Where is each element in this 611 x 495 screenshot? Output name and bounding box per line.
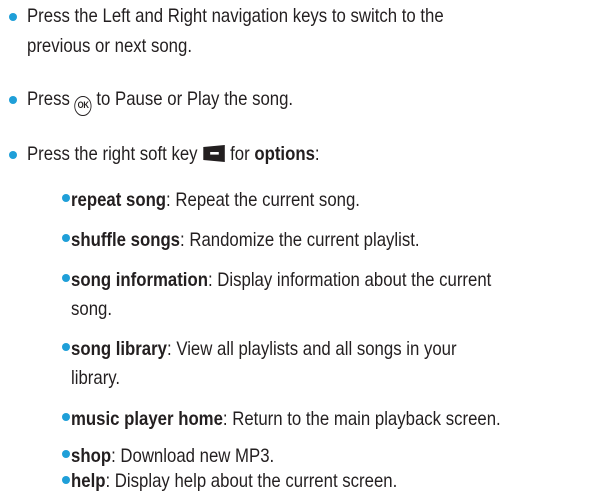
option-music-player-home: music player home: Return to the main pl… [71, 405, 501, 433]
option-term: help [71, 470, 106, 492]
option-help: help: Display help about the current scr… [71, 467, 397, 495]
option-shop: shop: Download new MP3. [71, 442, 274, 470]
manual-page: Press the Left and Right navigation keys… [0, 0, 611, 493]
option-term: song information [71, 269, 208, 291]
instruction-text: : [314, 143, 320, 165]
bullet [9, 151, 17, 159]
bullet [62, 194, 70, 202]
option-term: repeat song [71, 189, 167, 211]
instruction-text: Press the Left and Right navigation keys… [27, 5, 444, 27]
right-softkey-icon [203, 145, 225, 162]
instruction-text: to Pause or Play the song. [91, 88, 294, 110]
bullet [62, 413, 70, 421]
option-desc: : Display help about the current screen. [105, 470, 398, 492]
option-desc: : Return to the main playback screen. [222, 408, 501, 430]
option-song-library: song library: View all playlists and all… [71, 335, 457, 363]
option-desc: : Display information about the current [207, 269, 492, 291]
instruction-pause-play: Press OK to Pause or Play the song. [27, 85, 293, 116]
bullet [62, 343, 70, 351]
bullet [62, 476, 70, 484]
option-shuffle-songs: shuffle songs: Randomize the current pla… [71, 226, 420, 254]
instruction-text: Press the right soft key [27, 143, 203, 165]
bullet [9, 13, 17, 21]
bullet [9, 96, 17, 104]
option-desc: song. [71, 298, 113, 320]
instruction-navigate-cont: previous or next song. [27, 32, 192, 60]
instruction-options: Press the right soft key for options: [27, 140, 320, 168]
option-song-library-cont: library. [71, 364, 120, 392]
instruction-text: previous or next song. [27, 35, 192, 57]
option-repeat-song: repeat song: Repeat the current song. [71, 186, 360, 214]
instruction-text: Press [27, 88, 75, 110]
option-desc: library. [71, 367, 121, 389]
option-term: music player home [71, 408, 223, 430]
option-desc: : View all playlists and all songs in yo… [166, 338, 457, 360]
options-term: options [254, 143, 315, 165]
bullet [62, 234, 70, 242]
option-desc: : Repeat the current song. [166, 189, 360, 211]
ok-key-icon: OK [74, 96, 92, 116]
bullet [62, 274, 70, 282]
option-desc: : Randomize the current playlist. [180, 229, 420, 251]
instruction-navigate: Press the Left and Right navigation keys… [27, 2, 444, 30]
option-song-information-cont: song. [71, 295, 112, 323]
option-term: song library [71, 338, 167, 360]
option-term: shuffle songs [71, 229, 181, 251]
option-desc: : Download new MP3. [111, 445, 275, 467]
option-song-information: song information: Display information ab… [71, 266, 491, 294]
bullet [62, 450, 70, 458]
instruction-text: for [225, 143, 255, 165]
option-term: shop [71, 445, 112, 467]
